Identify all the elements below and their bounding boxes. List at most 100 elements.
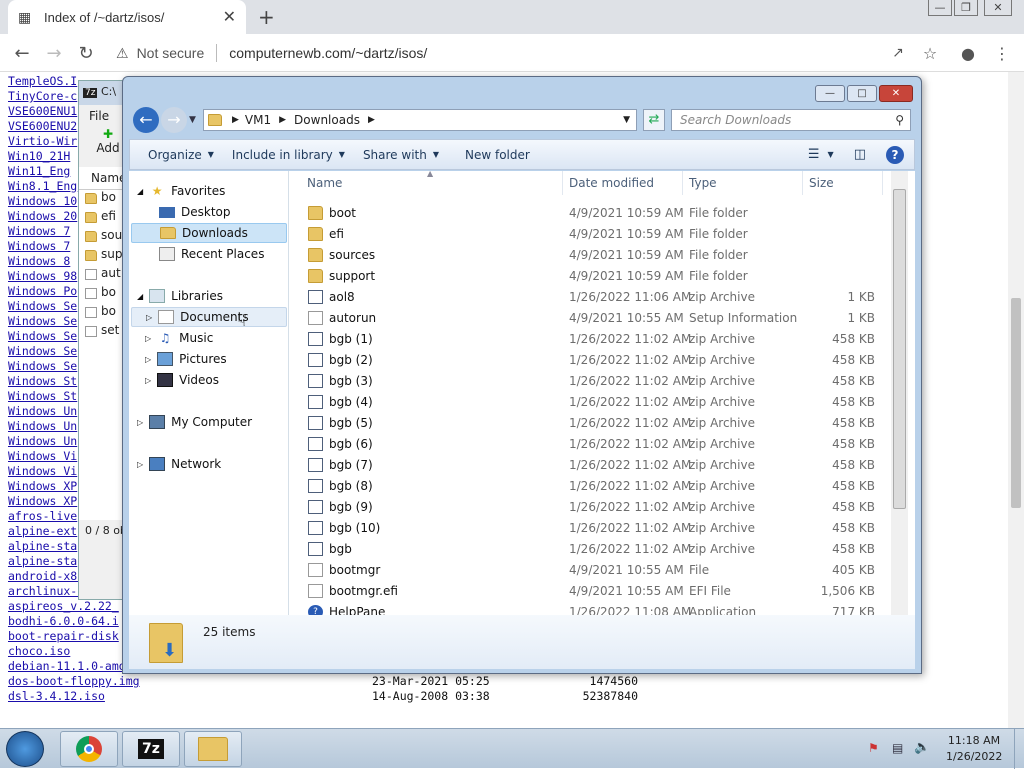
nav-desktop[interactable]: Desktop (181, 205, 231, 219)
clock[interactable]: 11:18 AM 1/26/2022 (946, 733, 1002, 765)
file-row[interactable]: bgb (5) 1/26/2022 11:02 AM zip Archive 458 … (289, 412, 889, 433)
listing-link[interactable]: Windows 8 (8, 254, 70, 268)
view-dropdown-icon[interactable]: ▼ (828, 150, 834, 159)
expand-arrow-icon[interactable]: ▷ (145, 376, 151, 385)
address-dropdown-icon[interactable]: ▼ (623, 115, 630, 125)
warning-icon[interactable]: ⚠ (116, 45, 129, 62)
file-row[interactable]: bgb (6) 1/26/2022 11:02 AM zip Archive 458 … (289, 433, 889, 454)
file-row[interactable]: bootmgr.efi 4/9/2021 10:55 AM EFI File 1,50… (289, 580, 889, 601)
recent-pages-dropdown-icon[interactable]: ▼ (189, 115, 196, 125)
new-folder-button[interactable]: New folder (465, 148, 530, 162)
nav-pictures[interactable]: Pictures (179, 352, 227, 366)
nav-libraries[interactable]: Libraries (171, 289, 223, 303)
listing-link[interactable]: aspireos_v.2.22_ (8, 599, 119, 613)
file-row[interactable]: efi 4/9/2021 10:59 AM File folder (289, 223, 889, 244)
forward-button-icon[interactable]: → (161, 107, 187, 133)
page-scroll-thumb[interactable] (1011, 298, 1021, 508)
show-desktop-button[interactable] (1014, 729, 1024, 769)
file-row[interactable]: bgb (9) 1/26/2022 11:02 AM zip Archive 458 … (289, 496, 889, 517)
listing-link[interactable]: alpine-sta (8, 539, 77, 553)
nav-music[interactable]: Music (179, 331, 213, 345)
include-in-library-button[interactable]: Include in library (232, 148, 333, 162)
file-row[interactable]: sources 4/9/2021 10:59 AM File folder (289, 244, 889, 265)
explorer-address-bar[interactable]: ▶ VM1 ▶ Downloads ▶ ▼ (203, 109, 637, 131)
nav-downloads-row[interactable]: Downloads (131, 223, 287, 243)
listing-link[interactable]: Win8.1_Eng (8, 179, 77, 193)
change-view-icon[interactable]: ☰ (808, 147, 820, 162)
listing-link[interactable]: Windows 98 (8, 269, 77, 283)
organize-button[interactable]: Organize (148, 148, 202, 162)
expand-arrow-icon[interactable]: ▷ (137, 418, 143, 427)
listing-link[interactable]: Windows St (8, 389, 77, 403)
nav-videos[interactable]: Videos (179, 373, 219, 387)
listing-link[interactable]: Win10_21H (8, 149, 70, 163)
file-row[interactable]: support 4/9/2021 10:59 AM File folder (289, 265, 889, 286)
column-header-type[interactable]: Type (683, 171, 803, 195)
listing-link[interactable]: Windows XP (8, 479, 77, 493)
breadcrumb-chevron-icon[interactable]: ▶ (232, 115, 239, 125)
network-tray-icon[interactable]: ▤ (892, 741, 903, 755)
nav-recent-places[interactable]: Recent Places (181, 247, 264, 261)
expand-arrow-icon[interactable]: ▷ (145, 355, 151, 364)
back-button-icon[interactable]: ← (133, 107, 159, 133)
volume-icon[interactable]: 🔈 (914, 740, 930, 755)
listing-link[interactable]: Windows Se (8, 344, 77, 358)
action-center-flag-icon[interactable]: ⚑ (868, 741, 879, 755)
organize-dropdown-icon[interactable]: ▼ (208, 150, 214, 159)
url-text[interactable]: computernewb.com/~dartz/isos/ (229, 45, 427, 61)
breadcrumb-vm1[interactable]: VM1 (245, 113, 271, 127)
listing-link[interactable]: Windows 7 (8, 239, 70, 253)
forward-arrow-icon[interactable]: → (42, 42, 66, 64)
explorer-minimize-button[interactable]: — (815, 85, 845, 102)
listing-link[interactable]: Windows Po (8, 284, 77, 298)
menu-dots-icon[interactable]: ⋮ (990, 42, 1014, 64)
nav-downloads[interactable]: Downloads (182, 226, 248, 240)
breadcrumb-chevron-icon[interactable]: ▶ (279, 115, 286, 125)
search-input[interactable]: Search Downloads ⚲ (671, 109, 911, 131)
column-header-date[interactable]: Date modified (563, 171, 683, 195)
expand-arrow-icon[interactable]: ◢ (137, 187, 143, 196)
reload-icon[interactable]: ↻ (74, 42, 98, 64)
file-row[interactable]: bgb (1) 1/26/2022 11:02 AM zip Archive 458 … (289, 328, 889, 349)
minimize-button[interactable]: — (928, 0, 952, 16)
listing-link[interactable]: dsl-3.4.12.iso (8, 689, 105, 703)
expand-arrow-icon[interactable]: ▷ (146, 313, 152, 322)
listing-link[interactable]: Windows XP (8, 494, 77, 508)
listing-link[interactable]: Windows St (8, 374, 77, 388)
expand-arrow-icon[interactable]: ◢ (137, 292, 143, 301)
listing-link[interactable]: bodhi-6.0.0-64.i (8, 614, 119, 628)
listing-link[interactable]: TempleOS.I (8, 74, 77, 88)
nav-documents-row[interactable]: ▷ Documents (131, 307, 287, 327)
expand-arrow-icon[interactable]: ▷ (137, 460, 143, 469)
preview-pane-icon[interactable]: ◫ (854, 147, 866, 162)
column-header-size[interactable]: Size (803, 171, 883, 195)
nav-my-computer[interactable]: My Computer (171, 415, 252, 429)
listing-link[interactable]: Win11_Eng (8, 164, 70, 178)
tab-close-icon[interactable]: ✕ (223, 7, 236, 27)
help-icon[interactable]: ? (886, 145, 904, 164)
back-arrow-icon[interactable]: ← (10, 42, 34, 64)
listing-link[interactable]: Windows Un (8, 434, 77, 448)
search-icon[interactable]: ⚲ (895, 113, 904, 127)
nav-network[interactable]: Network (171, 457, 221, 471)
browser-tab[interactable]: ▦ Index of /~dartz/isos/ ✕ (8, 0, 246, 34)
file-row[interactable]: boot 4/9/2021 10:59 AM File folder (289, 202, 889, 223)
listing-link[interactable]: alpine-sta (8, 554, 77, 568)
listing-link[interactable]: Windows Vi (8, 464, 77, 478)
close-window-button[interactable]: ✕ (984, 0, 1012, 16)
explorer-close-button[interactable]: ✕ (879, 85, 913, 102)
bookmark-star-icon[interactable]: ☆ (918, 42, 942, 64)
taskbar-explorer-button[interactable] (184, 731, 242, 767)
share-dropdown-icon[interactable]: ▼ (433, 150, 439, 159)
share-icon[interactable]: ↗ (886, 42, 910, 64)
listing-link[interactable]: Windows 20 (8, 209, 77, 223)
taskbar-7zip-button[interactable]: 7z (122, 731, 180, 767)
listing-link[interactable]: Windows 10 (8, 194, 77, 208)
file-list-scrollbar[interactable] (891, 171, 908, 615)
nav-favorites[interactable]: Favorites (171, 184, 225, 198)
expand-arrow-icon[interactable]: ▷ (145, 334, 151, 343)
listing-link[interactable]: afros-live (8, 509, 77, 523)
start-button[interactable] (6, 731, 44, 767)
listing-link[interactable]: Virtio-Wir (8, 134, 77, 148)
include-dropdown-icon[interactable]: ▼ (339, 150, 345, 159)
